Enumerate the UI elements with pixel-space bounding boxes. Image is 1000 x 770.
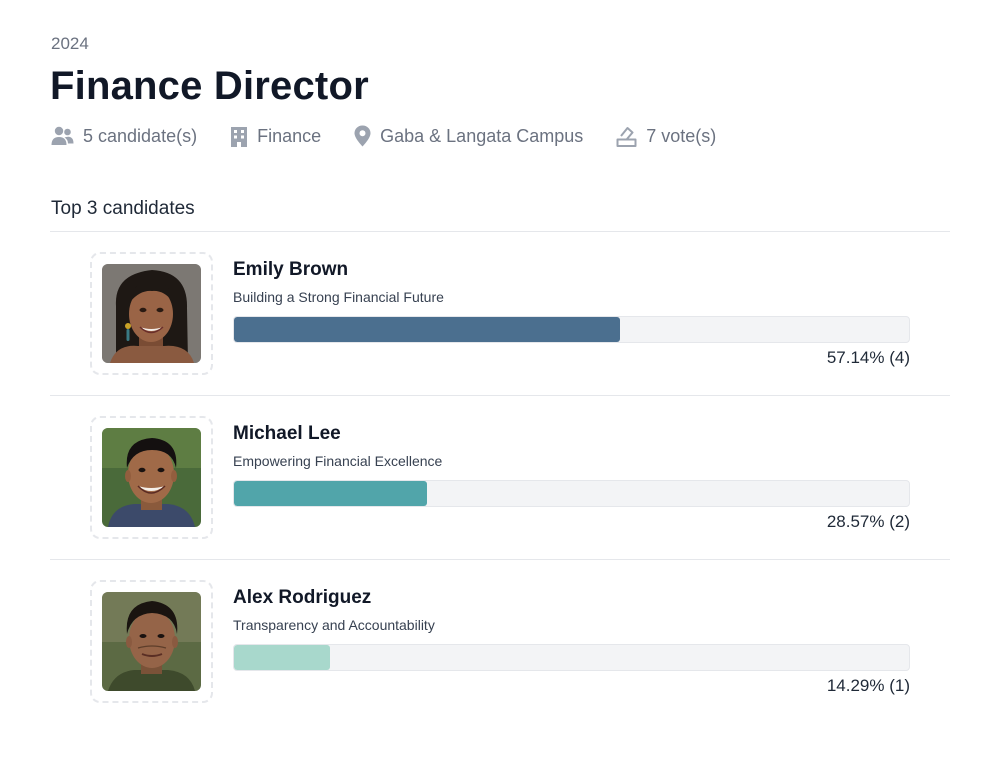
- candidate-card: Emily Brown Building a Strong Financial …: [50, 232, 950, 396]
- candidate-card: Michael Lee Empowering Financial Excelle…: [50, 396, 950, 560]
- candidate-name: Alex Rodriguez: [233, 587, 372, 608]
- meta-votes: 7 vote(s): [616, 126, 716, 147]
- candidate-result: 57.14% (4): [826, 348, 910, 367]
- vote-count: 7 vote(s): [646, 125, 717, 146]
- location-label: Gaba & Langata Campus: [380, 125, 584, 146]
- map-pin-icon: [354, 125, 371, 147]
- candidate-card: Alex Rodriguez Transparency and Accounta…: [50, 560, 950, 724]
- candidate-result: 28.57% (2): [826, 512, 910, 531]
- candidate-name: Michael Lee: [233, 423, 341, 444]
- position-meta: 5 candidate(s) Finance Gaba & Langata Ca…: [51, 123, 716, 149]
- candidate-photo-frame: [90, 580, 213, 703]
- vote-progress-bar: [233, 644, 910, 671]
- page-title: Finance Director: [50, 64, 369, 108]
- vote-progress-fill: [234, 481, 427, 506]
- candidate-photo: [102, 592, 201, 691]
- election-year: 2024: [51, 34, 89, 53]
- candidate-slogan: Building a Strong Financial Future: [233, 289, 444, 305]
- candidate-count: 5 candidate(s): [83, 125, 198, 146]
- vote-progress-bar: [233, 316, 910, 343]
- candidate-photo-frame: [90, 252, 213, 375]
- meta-department: Finance: [230, 126, 321, 147]
- candidate-result: 14.29% (1): [826, 676, 910, 695]
- ballot-box-icon: [616, 126, 637, 147]
- candidate-photo: [102, 428, 201, 527]
- building-icon: [230, 126, 248, 147]
- vote-progress-fill: [234, 317, 620, 342]
- vote-progress-fill: [234, 645, 331, 670]
- candidate-photo-frame: [90, 416, 213, 539]
- section-title: Top 3 candidates: [51, 198, 195, 219]
- candidate-name: Emily Brown: [233, 259, 349, 280]
- candidate-photo: [102, 264, 201, 363]
- department-label: Finance: [257, 125, 322, 146]
- vote-progress-bar: [233, 480, 910, 507]
- candidate-slogan: Empowering Financial Excellence: [233, 453, 443, 469]
- users-icon: [51, 126, 74, 146]
- meta-location: Gaba & Langata Campus: [354, 125, 583, 147]
- meta-candidates: 5 candidate(s): [51, 126, 197, 147]
- candidate-slogan: Transparency and Accountability: [233, 617, 435, 633]
